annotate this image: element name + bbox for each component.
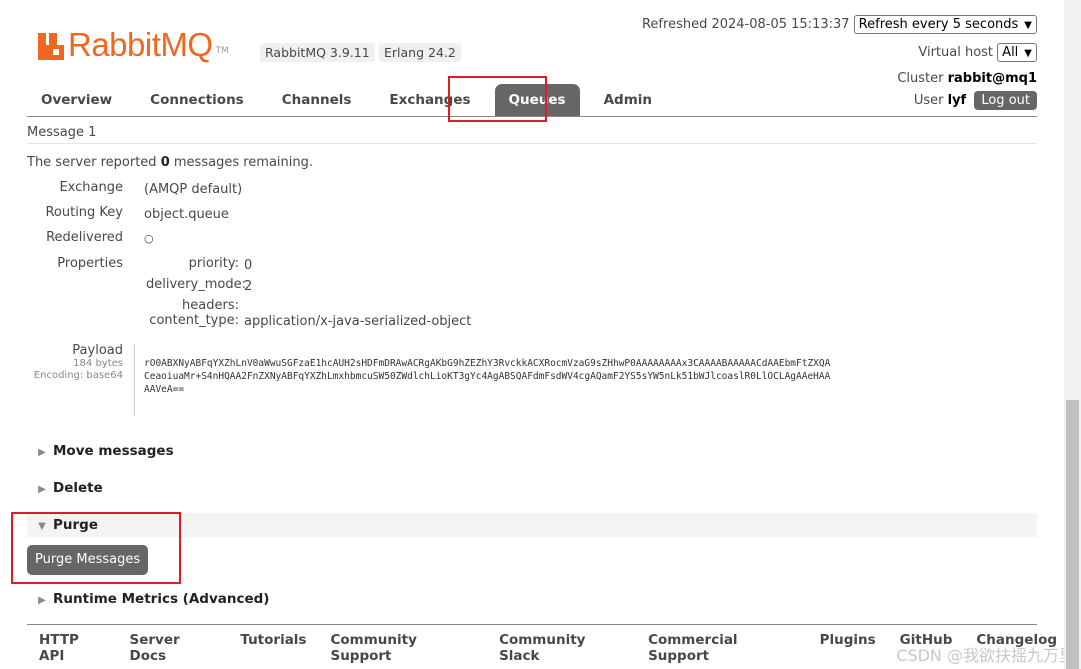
payload-encoding: Encoding: base64 (33, 370, 123, 381)
redelivered-label: Redelivered (46, 230, 123, 245)
footer-link-http-api[interactable]: HTTP API (39, 632, 106, 664)
caret-right-icon: ▶ (38, 484, 46, 495)
rabbitmq-logo[interactable]: RabbitMQ TM (38, 26, 229, 63)
vhost-select[interactable]: All ▼ (997, 43, 1037, 62)
headers-label: headers: (182, 298, 239, 313)
csdn-watermark: CSDN @我欲扶摇九万里 (896, 646, 1075, 665)
cluster-name: rabbit@mq1 (947, 71, 1037, 86)
rabbit-logo-icon (38, 33, 64, 60)
message-heading: Message 1 (27, 125, 97, 140)
queues-tab-highlight (448, 76, 547, 122)
message-divider (27, 143, 1037, 144)
cluster-label: Cluster (897, 71, 944, 86)
vhost-row: Virtual host All ▼ (918, 43, 1037, 62)
refreshed-timestamp: Refreshed 2024-08-05 15:13:37 (641, 17, 850, 32)
remaining-count: 0 (160, 155, 170, 170)
tab-overview[interactable]: Overview (27, 84, 126, 116)
payload-size: 184 bytes (73, 358, 123, 369)
routing-key-value: object.queue (144, 207, 229, 222)
scrollbar-thumb[interactable] (1066, 400, 1079, 669)
footer-divider (27, 624, 1037, 625)
footer-link-tutorials[interactable]: Tutorials (240, 632, 306, 664)
delete-section[interactable]: ▶ Delete (27, 476, 1037, 500)
caret-right-icon: ▶ (38, 447, 46, 458)
priority-label: priority: (188, 256, 239, 271)
runtime-metrics-section[interactable]: ▶ Runtime Metrics (Advanced) (27, 587, 1037, 611)
erlang-version-badge: Erlang 24.2 (379, 43, 461, 62)
user-name: lyf (947, 93, 967, 108)
logo-text: RabbitMQ (68, 26, 213, 63)
footer-link-commercial-support[interactable]: Commercial Support (648, 632, 796, 664)
redelivered-value: ○ (144, 232, 154, 245)
payload-line: rO0ABXNyABFqYXZhLnV0aWwuSGFzaE1hcAUH2sHD… (144, 358, 831, 369)
move-messages-section[interactable]: ▶ Move messages (27, 439, 1037, 463)
tab-admin[interactable]: Admin (590, 84, 666, 116)
logo-trademark: TM (215, 46, 229, 56)
payload-label: Payload (72, 343, 123, 358)
user-row: User lyf Log out (914, 91, 1037, 110)
purge-highlight (11, 512, 181, 584)
logout-button[interactable]: Log out (974, 91, 1037, 110)
tab-channels[interactable]: Channels (268, 84, 366, 116)
rabbitmq-version-badge: RabbitMQ 3.9.11 (260, 43, 375, 62)
cluster-row: Cluster rabbit@mq1 (897, 71, 1037, 86)
content-type-label: content_type: (149, 313, 239, 328)
footer-link-server-docs[interactable]: Server Docs (130, 632, 217, 664)
main-nav-tabs: Overview Connections Channels Exchanges … (27, 84, 676, 116)
payload-line: AAVeA== (144, 384, 185, 395)
user-label: User (913, 93, 944, 108)
payload-line: CeaoiuaMr+S4nHQAA2FnZXNyABFqYXZhLmxhbmcu… (144, 371, 831, 382)
routing-key-label: Routing Key (45, 205, 123, 220)
refresh-interval-select[interactable]: Refresh every 5 seconds ▼ (853, 15, 1037, 34)
vhost-label: Virtual host (918, 45, 994, 60)
priority-value: 0 (244, 258, 253, 273)
caret-right-icon: ▶ (38, 595, 46, 606)
payload-divider (134, 344, 135, 416)
chevron-down-icon: ▼ (1024, 48, 1032, 59)
footer-link-community-slack[interactable]: Community Slack (499, 632, 624, 664)
refresh-row: Refreshed 2024-08-05 15:13:37 Refresh ev… (642, 15, 1037, 34)
delivery-mode-value: 2 (244, 279, 253, 294)
footer-link-community-support[interactable]: Community Support (330, 632, 475, 664)
exchange-label: Exchange (59, 180, 123, 195)
tab-connections[interactable]: Connections (136, 84, 258, 116)
exchange-value: (AMQP default) (144, 182, 243, 197)
chevron-down-icon: ▼ (1024, 20, 1032, 31)
properties-label: Properties (57, 256, 123, 271)
remaining-text: The server reported 0 messages remaining… (27, 155, 313, 170)
footer-link-plugins[interactable]: Plugins (820, 632, 876, 664)
payload-content: rO0ABXNyABFqYXZhLnV0aWwuSGFzaE1hcAUH2sHD… (144, 357, 884, 396)
delivery-mode-label: delivery_mode: (146, 277, 246, 292)
content-type-value: application/x-java-serialized-object (244, 314, 472, 329)
